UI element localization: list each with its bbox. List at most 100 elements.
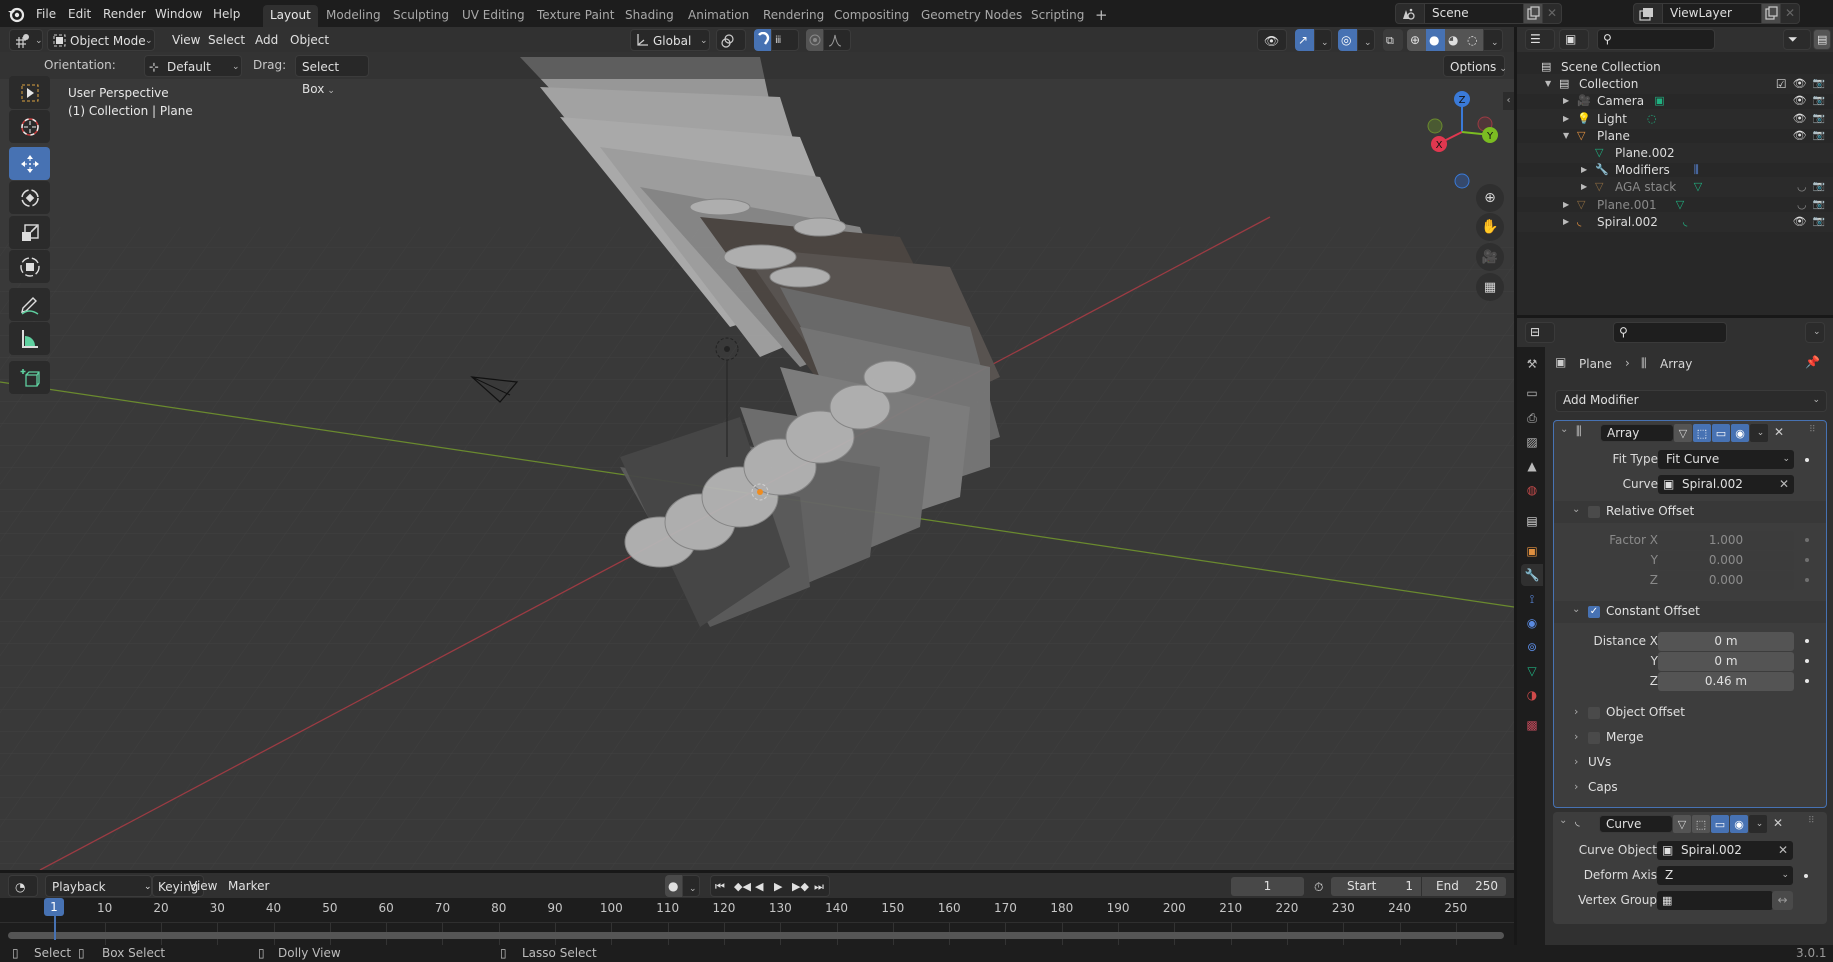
- orientation-selector[interactable]: ⊹ Default ⌄: [144, 55, 242, 77]
- tab-texture-paint[interactable]: Texture Paint: [530, 5, 621, 27]
- tool-select-box[interactable]: [9, 76, 50, 109]
- tool-measure[interactable]: [9, 322, 50, 355]
- viewport-display-toggle[interactable]: ▭: [1712, 424, 1730, 442]
- gizmo-neg-z[interactable]: [1454, 173, 1470, 189]
- preview-range-toggle[interactable]: ⏱: [1311, 876, 1331, 898]
- invert-vertex-group-button[interactable]: ↔: [1772, 891, 1793, 910]
- playhead[interactable]: 1: [44, 898, 64, 916]
- curve-name-field[interactable]: Curve: [1599, 815, 1673, 833]
- object-offset-subpanel-header[interactable]: › Object Offset: [1554, 701, 1826, 725]
- tool-cursor[interactable]: [9, 110, 50, 143]
- menu-help[interactable]: Help: [207, 4, 246, 24]
- drag-selector[interactable]: Select Box ⌄: [295, 55, 369, 96]
- outliner-editor-type[interactable]: ☰: [1525, 29, 1555, 50]
- visibility-selector[interactable]: 👁: [1257, 29, 1287, 51]
- tab-material[interactable]: ◑: [1521, 684, 1543, 706]
- factor-z-field[interactable]: 0.000: [1658, 571, 1794, 590]
- viewport-display-toggle[interactable]: ▭: [1711, 815, 1729, 833]
- clear-curve-object-button[interactable]: ✕: [1778, 841, 1788, 860]
- menu-window[interactable]: Window: [149, 4, 208, 24]
- properties-options-dropdown[interactable]: ⌄: [1805, 322, 1825, 343]
- timeline-editor-type[interactable]: ◔: [8, 875, 38, 897]
- curve-data-icon[interactable]: ◟: [1683, 212, 1687, 232]
- factor-y-field[interactable]: 0.000: [1658, 551, 1794, 570]
- uvs-subpanel-header[interactable]: › UVs: [1554, 751, 1826, 775]
- editor-type-button[interactable]: ⌄: [9, 29, 43, 51]
- tab-layout[interactable]: Layout: [263, 5, 318, 27]
- remove-modifier-button[interactable]: ✕: [1773, 816, 1783, 830]
- menu-marker[interactable]: Marker: [222, 875, 275, 897]
- tab-view-layer[interactable]: ▨: [1521, 431, 1543, 453]
- outliner-search-input[interactable]: ⚲: [1597, 29, 1715, 50]
- viewlayer-delete-button[interactable]: ✕: [1780, 3, 1800, 24]
- xray-toggle[interactable]: ⧉: [1383, 29, 1403, 51]
- menu-object[interactable]: Object: [284, 29, 335, 51]
- sidebar-toggle[interactable]: ‹: [1503, 92, 1514, 110]
- scene-name-field[interactable]: Scene: [1424, 3, 1524, 24]
- edit-mode-toggle[interactable]: ▽: [1674, 424, 1692, 442]
- shading-dropdown[interactable]: ⌄: [1483, 29, 1503, 51]
- scene-delete-button[interactable]: ✕: [1542, 3, 1562, 24]
- gizmo-dropdown[interactable]: ⌄: [1314, 29, 1332, 51]
- auto-keying-toggle[interactable]: ●: [665, 875, 682, 897]
- drag-handle-icon[interactable]: ⠿: [1808, 816, 1815, 826]
- camera-view-button[interactable]: 🎥: [1476, 243, 1504, 271]
- proportional-edit-toggle[interactable]: [806, 29, 824, 51]
- menu-file[interactable]: File: [30, 4, 62, 24]
- deform-axis-selector[interactable]: Z ⌄: [1657, 866, 1793, 885]
- shading-material[interactable]: ◕: [1445, 29, 1465, 51]
- drag-handle-icon[interactable]: ⠿: [1809, 425, 1816, 435]
- keyframe-dot[interactable]: [1805, 578, 1809, 582]
- tab-shading[interactable]: Shading: [618, 5, 681, 27]
- jump-start-button[interactable]: ⏮: [715, 876, 725, 898]
- collapse-chevron-icon[interactable]: ⌄: [1560, 424, 1568, 435]
- fit-type-selector[interactable]: Fit Curve ⌄: [1658, 450, 1794, 469]
- eye-icon[interactable]: 👁: [1793, 212, 1807, 232]
- relative-offset-checkbox[interactable]: [1588, 506, 1600, 518]
- 3d-viewport[interactable]: ⌄ Object Mode ⌄ View Select Add Object G…: [0, 27, 1514, 870]
- expand-arrow-closed-icon[interactable]: ▶: [1563, 212, 1569, 232]
- keyframe-dot[interactable]: [1804, 874, 1808, 878]
- snap-target-selector[interactable]: ⅲ: [771, 29, 799, 51]
- overlay-toggle[interactable]: ◎: [1338, 29, 1358, 51]
- relative-offset-subpanel-header[interactable]: ⌄ Relative Offset: [1554, 501, 1826, 523]
- shading-solid[interactable]: ●: [1426, 29, 1446, 51]
- keyframe-dot[interactable]: [1805, 679, 1809, 683]
- viewlayer-new-button[interactable]: [1761, 3, 1781, 24]
- shading-rendered[interactable]: ◌: [1464, 29, 1484, 51]
- object-offset-checkbox[interactable]: [1588, 707, 1600, 719]
- tool-transform[interactable]: [9, 250, 50, 283]
- keyframe-dot[interactable]: [1805, 458, 1809, 462]
- merge-subpanel-header[interactable]: › Merge: [1554, 726, 1826, 750]
- play-reverse-button[interactable]: ◀: [755, 876, 763, 898]
- tab-physics[interactable]: ◉: [1521, 612, 1543, 634]
- caps-subpanel-header[interactable]: › Caps: [1554, 776, 1826, 800]
- mode-selector[interactable]: Object Mode ⌄: [47, 29, 155, 51]
- keyframe-dot[interactable]: [1805, 659, 1809, 663]
- tab-modeling[interactable]: Modeling: [319, 5, 388, 27]
- array-name-field[interactable]: Array: [1600, 424, 1674, 442]
- keyframe-dot[interactable]: [1805, 558, 1809, 562]
- pivot-point-selector[interactable]: [716, 29, 746, 51]
- tab-scripting[interactable]: Scripting: [1024, 5, 1091, 27]
- viewlayer-browse-button[interactable]: [1633, 3, 1663, 24]
- new-collection-button[interactable]: ▤: [1813, 29, 1831, 50]
- pan-view-button[interactable]: ✋: [1476, 213, 1504, 241]
- tab-constraints[interactable]: ⊚: [1521, 636, 1543, 658]
- modifier-options-dropdown[interactable]: ⌄: [1750, 424, 1768, 442]
- tool-add-cube[interactable]: [9, 361, 50, 394]
- factor-x-field[interactable]: 1.000: [1658, 531, 1794, 550]
- options-button[interactable]: Options ⌄: [1443, 55, 1507, 77]
- tool-annotate[interactable]: [9, 288, 50, 321]
- keyframe-dot[interactable]: [1805, 639, 1809, 643]
- tab-collection[interactable]: ▤: [1521, 510, 1543, 532]
- display-mode-selector[interactable]: ▣: [1559, 29, 1589, 50]
- tool-scale[interactable]: [9, 216, 50, 249]
- vertex-group-field[interactable]: ▦: [1657, 891, 1773, 910]
- remove-modifier-button[interactable]: ✕: [1774, 425, 1784, 439]
- distance-z-field[interactable]: 0.46 m: [1658, 672, 1794, 691]
- tab-render[interactable]: ▭: [1521, 382, 1543, 404]
- shading-wireframe[interactable]: ⊕: [1407, 29, 1427, 51]
- start-frame-field[interactable]: Start 1: [1331, 877, 1421, 896]
- tab-output[interactable]: ⎙: [1521, 407, 1543, 429]
